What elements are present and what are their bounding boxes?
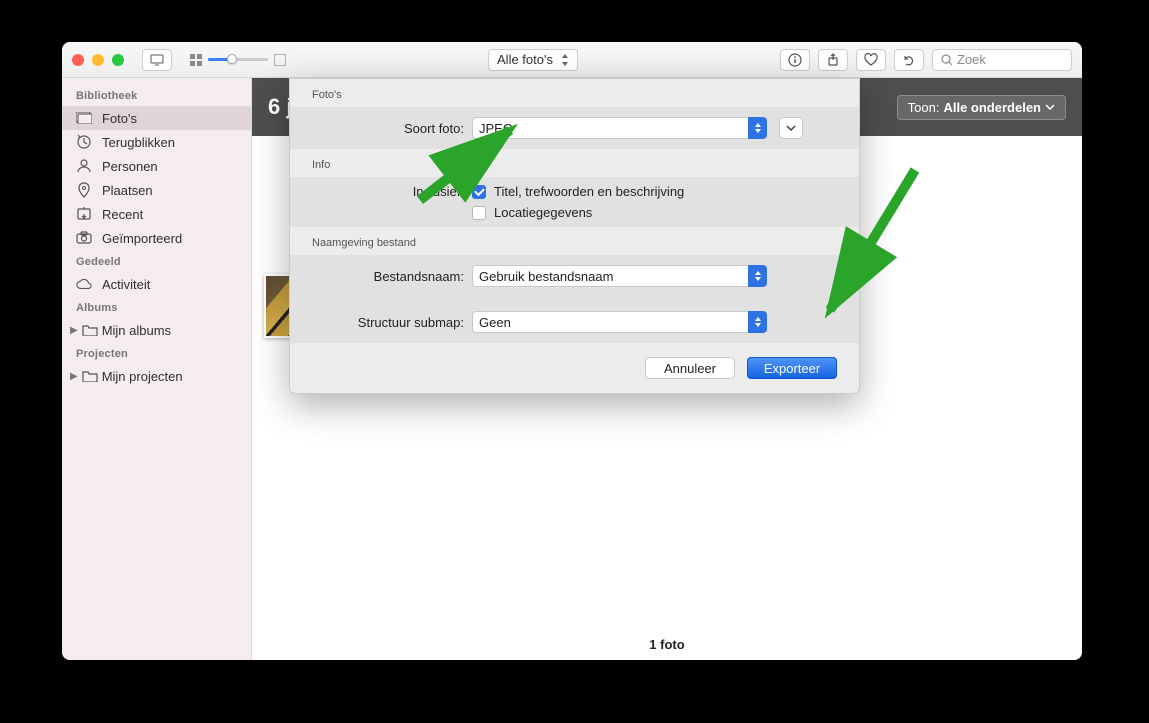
minimize-icon[interactable] [92,54,104,66]
sidebar-item-label: Plaatsen [102,183,153,198]
updown-icon [748,117,767,139]
sidebar-item-activity[interactable]: Activiteit [62,272,251,296]
updown-icon [561,54,569,66]
favorite-button[interactable] [856,49,886,71]
sidebar-item-label: Geïmporteerd [102,231,182,246]
photos-icon [76,110,92,126]
chevron-right-icon: ▶ [70,371,78,382]
updown-icon [748,311,767,333]
chevron-down-icon [786,125,796,131]
show-label: Toon: [908,100,940,115]
sidebar-item-my-albums[interactable]: ▶ Mijn albums [62,318,251,342]
grid-small-icon [190,54,202,66]
photo-kind-value: JPEG [479,121,513,136]
sidebar-item-label: Terugblikken [102,135,175,150]
cancel-button[interactable]: Annuleer [645,357,735,379]
section-filenaming: Naamgeving bestand [290,227,859,255]
sidebar-item-places[interactable]: Plaatsen [62,178,251,202]
sidebar-item-label: Mijn projecten [102,369,183,384]
imported-icon [76,230,92,246]
filename-select[interactable]: Gebruik bestandsnaam [472,265,767,287]
photo-kind-label: Soort foto: [312,121,464,136]
filename-label: Bestandsnaam: [312,269,464,284]
subfolder-value: Geen [479,315,511,330]
show-value: Alle onderdelen [943,100,1041,115]
cloud-icon [76,276,92,292]
sidebar-section-library: Bibliotheek [62,84,251,106]
folder-icon [82,322,98,338]
sidebar-section-albums: Albums [62,296,251,318]
zoom-slider[interactable] [190,54,286,66]
share-button[interactable] [818,49,848,71]
updown-icon [748,265,767,287]
subfolder-select[interactable]: Geen [472,311,767,333]
include-location-checkbox[interactable] [472,206,486,220]
sidebar-item-label: Foto's [102,111,137,126]
filename-value: Gebruik bestandsnaam [479,269,613,284]
sidebar-section-projects: Projecten [62,342,251,364]
recent-icon [76,206,92,222]
sidebar-item-recent[interactable]: Recent [62,202,251,226]
section-info: Info [290,149,859,177]
include-title-text: Titel, trefwoorden en beschrijving [494,184,684,199]
show-dropdown[interactable]: Toon: Alle onderdelen [897,95,1066,120]
zoom-icon[interactable] [112,54,124,66]
places-icon [76,182,92,198]
sidebar-item-my-projects[interactable]: ▶ Mijn projecten [62,364,251,388]
sidebar-item-label: Recent [102,207,143,222]
rotate-button[interactable] [894,49,924,71]
titlebar: Alle foto's Zoek [62,42,1082,78]
footer-count: 1 foto [252,637,1082,652]
chevron-right-icon: ▶ [70,325,78,336]
section-photos: Foto's [290,79,859,107]
sidebar-item-memories[interactable]: Terugblikken [62,130,251,154]
memories-icon [76,134,92,150]
sidebar-item-label: Personen [102,159,158,174]
expand-options-button[interactable] [779,117,803,139]
photo-kind-select[interactable]: JPEG [472,117,767,139]
include-title-checkbox[interactable] [472,185,486,199]
folder-icon [82,368,98,384]
search-icon [941,54,953,66]
slideshow-button[interactable] [142,49,172,71]
subfolder-label: Structuur submap: [312,315,464,330]
view-dropdown-label: Alle foto's [497,52,553,67]
export-button[interactable]: Exporteer [747,357,837,379]
sidebar-item-imported[interactable]: Geïmporteerd [62,226,251,250]
search-input[interactable]: Zoek [932,49,1072,71]
sidebar-item-people[interactable]: Personen [62,154,251,178]
sidebar-item-label: Activiteit [102,277,150,292]
close-icon[interactable] [72,54,84,66]
view-dropdown[interactable]: Alle foto's [488,49,578,71]
info-button[interactable] [780,49,810,71]
traffic-lights [72,54,124,66]
search-placeholder: Zoek [957,52,986,67]
grid-large-icon [274,54,286,66]
chevron-down-icon [1045,104,1055,110]
sidebar-section-shared: Gedeeld [62,250,251,272]
sidebar-item-label: Mijn albums [102,323,171,338]
include-label: Inclusief: [312,184,464,199]
include-location-text: Locatiegegevens [494,205,592,220]
sidebar-item-photos[interactable]: Foto's [62,106,251,130]
sidebar: Bibliotheek Foto's Terugblikken Personen… [62,78,252,660]
people-icon [76,158,92,174]
export-dialog: Foto's Soort foto: JPEG Info Inclusief: … [289,78,860,394]
